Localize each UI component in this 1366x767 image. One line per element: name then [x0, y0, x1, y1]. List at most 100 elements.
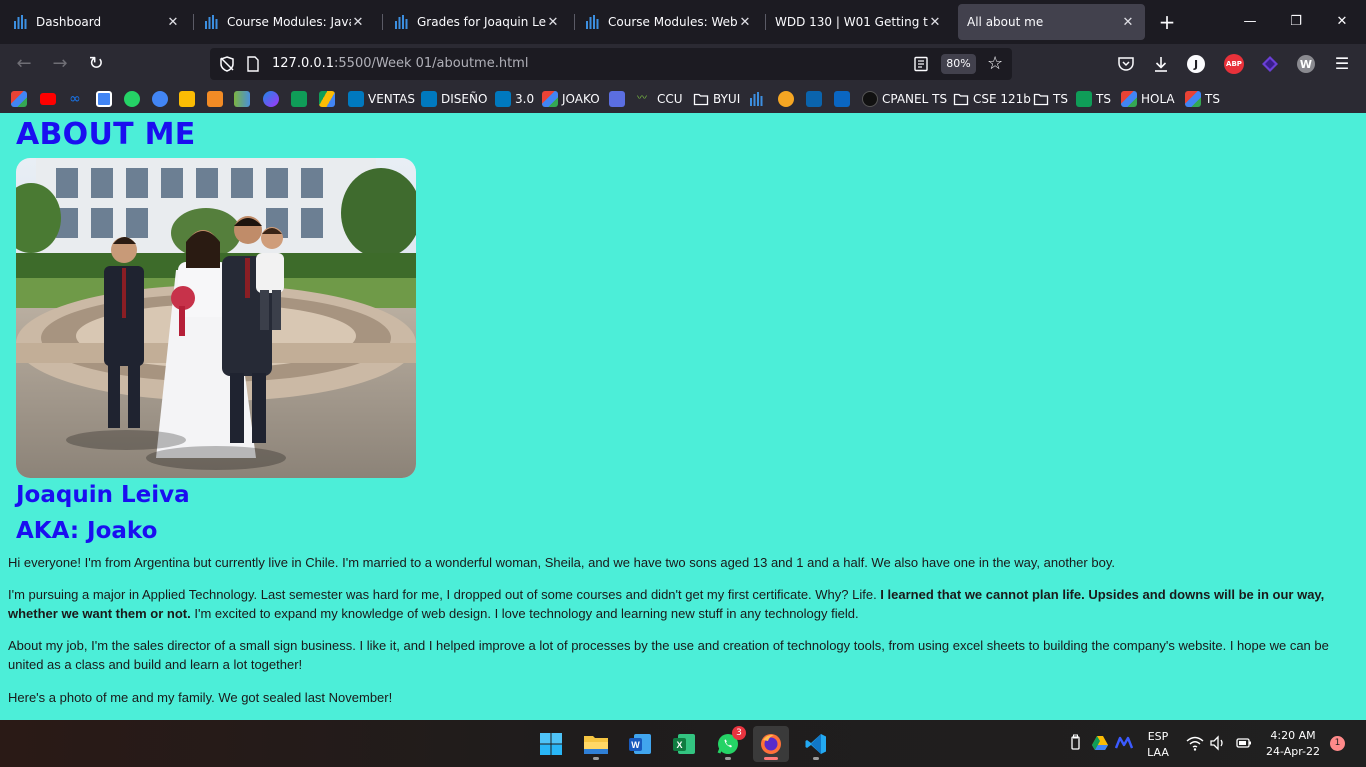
bookmark-analytics[interactable]: [234, 90, 250, 107]
extension-icon[interactable]: [1260, 54, 1280, 74]
svg-text:W: W: [631, 740, 640, 750]
minimize-button[interactable]: —: [1239, 11, 1261, 33]
bookmark-gmail[interactable]: [11, 90, 27, 107]
bookmark-youtube[interactable]: [40, 90, 56, 107]
tab-title: Course Modules: JavaScri: [227, 15, 351, 29]
page-content: ABOUT ME Joaquin Leiva AKA: Joako Hi eve…: [0, 113, 1366, 720]
tab-separator: [193, 14, 194, 30]
pocket-icon[interactable]: [1116, 54, 1136, 74]
bookmark-people[interactable]: [609, 90, 625, 107]
paragraph-text: I'm excited to expand my knowledge of we…: [190, 606, 859, 621]
taskbar-file-explorer[interactable]: [578, 726, 614, 762]
bookmark-outlook[interactable]: [806, 90, 822, 107]
bookmark-linkedin[interactable]: [834, 90, 850, 107]
running-indicator: [813, 757, 819, 760]
account-icon[interactable]: J: [1187, 55, 1205, 73]
bookmark-ccu[interactable]: 〰 CCU: [637, 90, 683, 107]
url-bar[interactable]: 127.0.0.1:5500/Week 01/aboutme.html 80% …: [210, 48, 1012, 80]
bookmark-keep[interactable]: [179, 90, 195, 107]
restore-button[interactable]: ❐: [1285, 11, 1307, 33]
meet-icon[interactable]: [1115, 734, 1133, 752]
taskbar-vscode[interactable]: [798, 726, 834, 762]
close-icon[interactable]: ✕: [546, 15, 560, 30]
close-icon[interactable]: ✕: [351, 15, 365, 30]
tab-course-modules-web[interactable]: Course Modules: Web Fu ✕: [576, 4, 762, 40]
menu-icon[interactable]: ☰: [1331, 53, 1353, 75]
person-name: Joaquin Leiva: [16, 482, 190, 508]
download-icon[interactable]: [1151, 54, 1171, 74]
bookmark-canvas[interactable]: [749, 90, 765, 107]
youtube-icon: [40, 92, 56, 105]
bookmark-byui[interactable]: BYUI: [693, 90, 740, 107]
bookmark-label: CPANEL TS: [882, 91, 948, 106]
bookmark-ts-gmail[interactable]: TS: [1185, 90, 1220, 107]
close-icon[interactable]: ✕: [738, 15, 752, 30]
tab-grades[interactable]: Grades for Joaquin Leiva: ✕: [385, 4, 570, 40]
bookmark-hola[interactable]: HOLA: [1121, 90, 1175, 107]
close-icon[interactable]: ✕: [166, 15, 180, 30]
taskbar-firefox[interactable]: [753, 726, 789, 762]
battery-icon[interactable]: [1235, 734, 1253, 752]
tab-wdd130[interactable]: WDD 130 | W01 Getting to Kno ✕: [766, 4, 952, 40]
bookmark-sheets[interactable]: [291, 90, 307, 107]
close-window-button[interactable]: ✕: [1331, 11, 1353, 33]
tab-all-about-me[interactable]: All about me ✕: [958, 4, 1145, 40]
folder-icon: [953, 93, 969, 105]
w-extension-icon[interactable]: W: [1297, 55, 1315, 73]
bookmark-ts-sheets[interactable]: TS: [1076, 90, 1111, 107]
taskbar-word[interactable]: W: [622, 726, 658, 762]
bookmark-calendar[interactable]: [96, 90, 112, 107]
reload-button[interactable]: ↻: [85, 53, 107, 75]
url-text[interactable]: 127.0.0.1:5500/Week 01/aboutme.html: [272, 56, 528, 71]
bookmark-messenger[interactable]: [263, 90, 279, 107]
bookmark-label: VENTAS: [368, 91, 415, 106]
tab-dashboard[interactable]: Dashboard ✕: [4, 4, 190, 40]
bookmark-3-0[interactable]: 3.0: [495, 90, 534, 107]
bookmark-whatsapp[interactable]: [124, 90, 140, 107]
forward-button[interactable]: →: [49, 53, 71, 75]
clock-date: 24-Apr-22: [1265, 745, 1321, 758]
bookmark-ventas[interactable]: VENTAS: [348, 90, 415, 107]
tab-strip: Dashboard ✕ Course Modules: JavaScri ✕ G…: [0, 0, 1366, 44]
folder-icon: [1033, 93, 1049, 105]
adblock-icon[interactable]: ABP: [1224, 54, 1244, 74]
bookmark-ts-folder[interactable]: TS: [1033, 90, 1068, 107]
bookmark-contacts[interactable]: [152, 90, 168, 107]
cpanel-icon: [862, 90, 878, 107]
bookmark-odoo[interactable]: [778, 90, 794, 107]
taskbar-excel[interactable]: X: [666, 726, 702, 762]
bookmark-cse121b[interactable]: CSE 121b: [953, 90, 1031, 107]
bookmark-drive[interactable]: [319, 90, 335, 107]
reader-view-icon[interactable]: [913, 56, 929, 72]
notifications-badge[interactable]: 1: [1330, 736, 1345, 751]
bookmark-diseno[interactable]: DISEÑO: [421, 90, 487, 107]
canvas-bars-icon: [205, 15, 218, 29]
volume-icon[interactable]: [1209, 734, 1227, 752]
gmail-icon: [11, 90, 27, 107]
page-icon: [247, 56, 259, 72]
gmail-icon: [542, 90, 558, 107]
clock[interactable]: 4:20 AM 24-Apr-22: [1262, 729, 1324, 758]
bookmark-cpanel-ts[interactable]: CPANEL TS: [862, 90, 947, 107]
bookmark-star-icon[interactable]: ☆: [987, 53, 1003, 74]
zoom-level-badge[interactable]: 80%: [941, 54, 976, 74]
start-button[interactable]: [533, 726, 569, 762]
clock-time: 4:20 AM: [1270, 729, 1316, 742]
bookmark-box[interactable]: [207, 90, 223, 107]
google-drive-icon[interactable]: [1091, 734, 1109, 752]
bookmark-joako[interactable]: JOAKO: [542, 90, 600, 107]
taskbar-whatsapp[interactable]: 3: [710, 726, 746, 762]
close-icon[interactable]: ✕: [928, 15, 942, 30]
language-indicator[interactable]: ESP LAA: [1144, 730, 1172, 759]
close-icon[interactable]: ✕: [1121, 15, 1135, 30]
tracking-protection-icon[interactable]: [218, 55, 236, 73]
url-host: 127.0.0.1: [272, 56, 335, 71]
back-button[interactable]: ←: [13, 53, 35, 75]
bookmark-meta[interactable]: ∞: [67, 90, 83, 107]
sheets-icon: [291, 90, 307, 107]
wifi-icon[interactable]: [1186, 734, 1204, 752]
bookmark-label: TS: [1053, 91, 1068, 106]
new-tab-button[interactable]: +: [1156, 11, 1178, 33]
tab-course-modules-js[interactable]: Course Modules: JavaScri ✕: [195, 4, 375, 40]
usb-icon[interactable]: [1066, 734, 1084, 752]
